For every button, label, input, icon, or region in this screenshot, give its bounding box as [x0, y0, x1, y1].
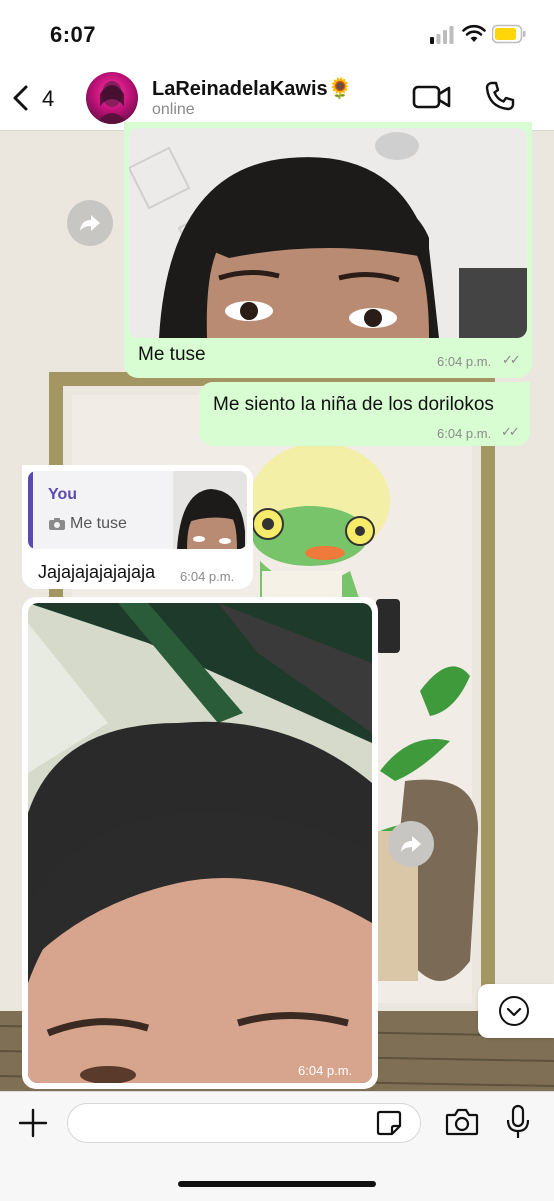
message-timestamp: 6:04 p.m. — [180, 569, 235, 584]
unread-count[interactable]: 4 — [42, 86, 54, 112]
message-photo[interactable] — [129, 128, 527, 338]
phone-icon[interactable] — [484, 80, 516, 112]
sticker-icon[interactable] — [376, 1110, 402, 1136]
quote-accent-bar — [28, 471, 33, 549]
scroll-down-button[interactable] — [478, 984, 554, 1038]
message-outgoing-image[interactable]: Me tuse 6:04 p.m. ✓✓ — [124, 122, 532, 378]
video-call-icon[interactable] — [412, 84, 452, 110]
cellular-signal-icon — [430, 26, 454, 44]
message-photo[interactable]: 6:04 p.m. — [28, 603, 372, 1083]
status-time: 6:07 — [50, 22, 97, 47]
quote-author: You — [48, 486, 78, 503]
message-text: Me siento la niña de los dorilokos — [213, 394, 494, 415]
read-receipt-icon: ✓✓ — [502, 352, 521, 367]
message-incoming-image[interactable]: 6:04 p.m. — [22, 597, 378, 1089]
quoted-message[interactable]: You Me tuse — [28, 471, 247, 549]
message-timestamp: 6:04 p.m. — [437, 354, 492, 369]
forward-icon[interactable] — [67, 200, 113, 246]
contact-status: online — [152, 101, 195, 118]
message-timestamp: 6:04 p.m. — [298, 1063, 353, 1078]
message-incoming-reply[interactable]: You Me tuse Jajajajajajajaja 6:04 p.m. — [22, 465, 253, 589]
message-input[interactable] — [67, 1103, 421, 1143]
message-caption: Me tuse — [138, 344, 206, 365]
wifi-icon — [462, 24, 486, 42]
plus-icon[interactable] — [18, 1108, 48, 1138]
message-outgoing-text[interactable]: Me siento la niña de los dorilokos 6:04 … — [199, 382, 530, 446]
battery-icon — [492, 24, 526, 44]
camera-small-icon — [49, 518, 65, 530]
message-text: Jajajajajajajaja — [38, 562, 156, 582]
contact-name[interactable]: LaReinadelaKawis🌻 — [152, 76, 353, 101]
quote-thumbnail — [173, 471, 247, 549]
quote-text: Me tuse — [70, 515, 127, 532]
message-timestamp: 6:04 p.m. — [437, 426, 492, 441]
back-icon[interactable] — [10, 84, 32, 112]
home-indicator — [178, 1181, 376, 1187]
forward-icon[interactable] — [388, 821, 434, 867]
scroll-down-icon — [499, 996, 529, 1026]
camera-icon[interactable] — [445, 1107, 479, 1137]
microphone-icon[interactable] — [505, 1104, 531, 1140]
avatar[interactable] — [86, 72, 138, 124]
read-receipt-icon: ✓✓ — [501, 424, 520, 439]
